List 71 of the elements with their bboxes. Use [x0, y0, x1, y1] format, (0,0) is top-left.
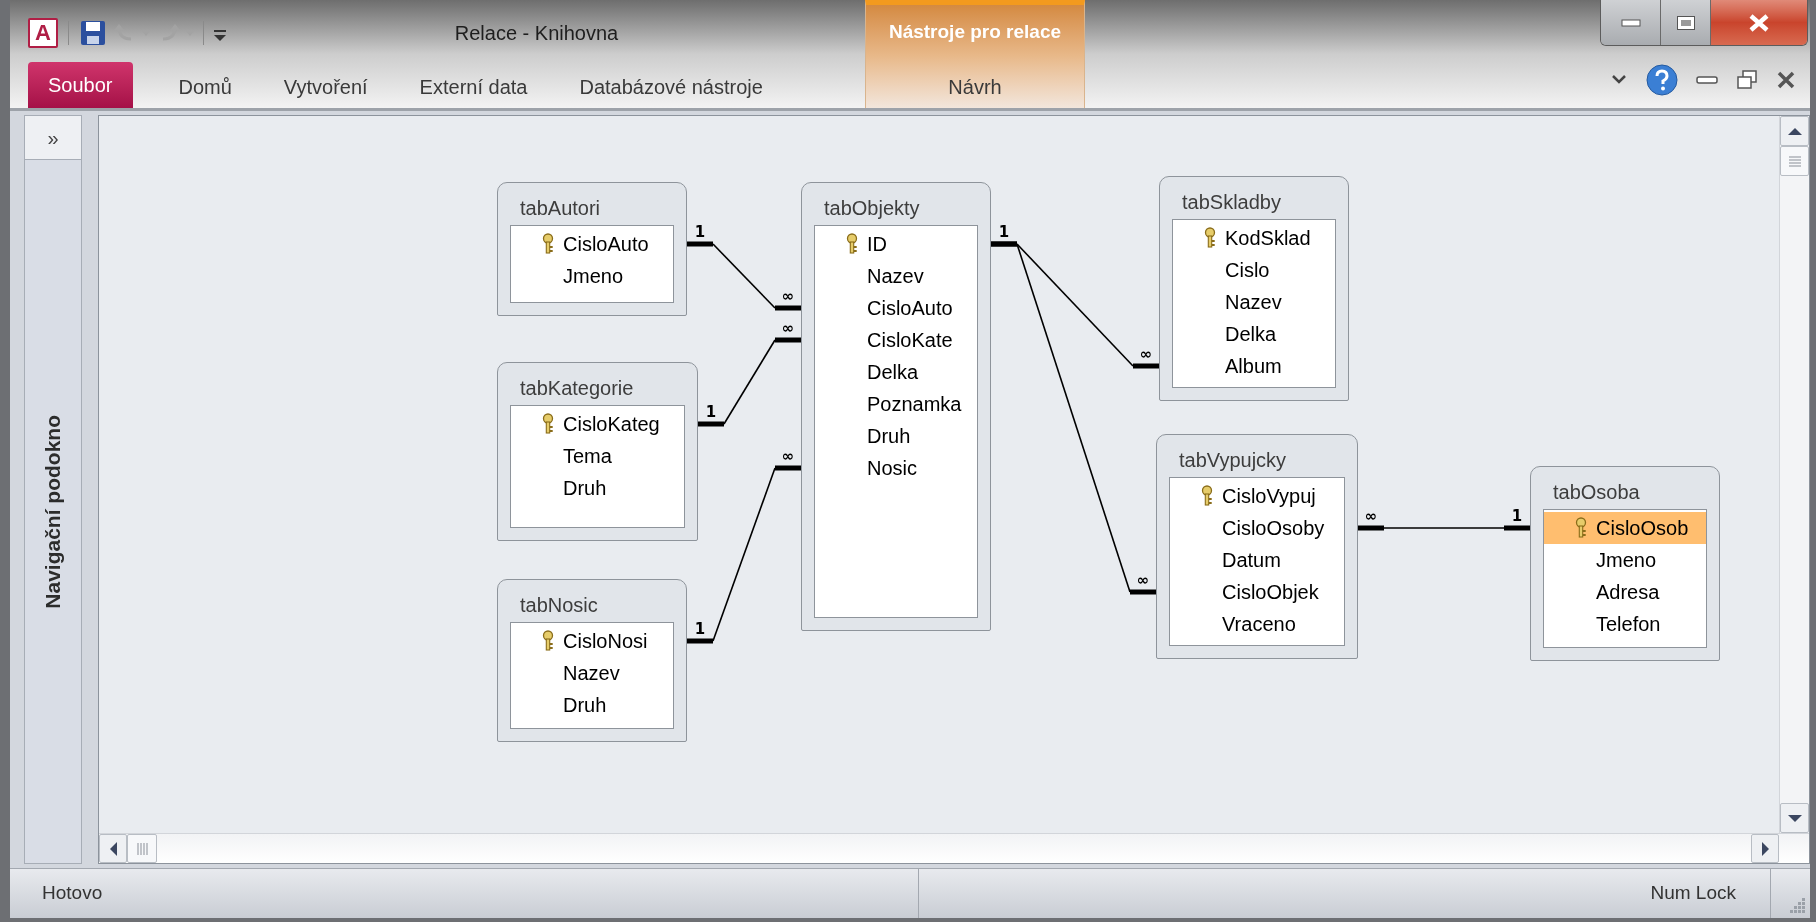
key-icon: [1574, 517, 1588, 539]
up-arrow-icon: [1786, 126, 1803, 136]
close-button[interactable]: [1711, 0, 1807, 45]
ribbon-tab[interactable]: Návrh: [922, 66, 1028, 108]
cardinality-label: ∞: [1136, 571, 1150, 589]
field-row[interactable]: CisloOsob: [1544, 512, 1706, 544]
table-card[interactable]: tabObjekty ID Nazev CisloAuto CisloKate Delka Poznamka Druh Nosic: [801, 182, 991, 631]
cardinality-label: 1: [705, 403, 717, 421]
ribbon-tab[interactable]: Externí data: [393, 66, 554, 108]
table-title: tabOsoba: [1552, 480, 1641, 505]
scroll-right-button[interactable]: [1751, 834, 1779, 863]
ribbon-tab[interactable]: Domů: [152, 66, 258, 108]
grip-icon: [1787, 155, 1802, 167]
maximize-button[interactable]: [1661, 0, 1711, 45]
table-card[interactable]: tabOsoba CisloOsob Jmeno Adresa Telefon: [1530, 466, 1720, 661]
cardinality-label: 1: [694, 620, 706, 638]
table-title: tabSkladby: [1181, 190, 1282, 215]
cardinality-label: 1: [1511, 507, 1523, 525]
key-icon: [1200, 485, 1214, 507]
window-title: Relace - Knihovna: [453, 21, 620, 46]
ribbon-tab[interactable]: Databázové nástroje: [553, 66, 789, 108]
key-icon: [541, 233, 555, 255]
table-card[interactable]: tabKategorie CisloKateg Tema Druh: [497, 362, 698, 541]
left-arrow-icon: [108, 840, 118, 857]
scroll-thumb[interactable]: [1780, 146, 1809, 176]
close-icon[interactable]: [1776, 71, 1796, 89]
grip-icon: [136, 841, 148, 856]
restore-icon[interactable]: [1736, 70, 1758, 90]
table-title: tabKategorie: [519, 376, 635, 401]
cardinality-label: ∞: [1364, 507, 1378, 525]
minimize-button[interactable]: [1601, 0, 1661, 45]
contextual-group-label: Nástroje pro relace: [888, 20, 1062, 45]
scroll-down-button[interactable]: [1780, 803, 1809, 833]
table-title: tabNosic: [519, 593, 599, 618]
resize-grip-icon[interactable]: [1788, 896, 1806, 914]
cardinality-label: ∞: [781, 319, 795, 337]
save-button[interactable]: [79, 19, 107, 47]
table-card[interactable]: tabSkladby KodSklad Cislo Nazev Delka Album: [1159, 176, 1349, 401]
table-card[interactable]: tabNosic CisloNosi Nazev Druh: [497, 579, 687, 742]
table-title: tabVypujcky: [1178, 448, 1288, 473]
help-icon[interactable]: [1646, 64, 1678, 96]
down-arrow-icon: [1786, 813, 1803, 823]
cardinality-label: ∞: [1139, 345, 1153, 363]
scroll-thumb[interactable]: [127, 834, 157, 863]
app-logo: A: [28, 18, 58, 48]
ribbon-tab[interactable]: Vytvoření: [257, 66, 394, 108]
key-icon: [845, 233, 859, 255]
key-icon: [1203, 227, 1217, 249]
key-icon: [541, 413, 555, 435]
table-title: tabObjekty: [823, 196, 921, 221]
minimize-icon: [1620, 18, 1641, 27]
table-card[interactable]: tabVypujcky CisloVypuj CisloOsoby Datum CisloObjek Vraceno: [1156, 434, 1358, 659]
navigation-pane-label[interactable]: Navigační podokno: [37, 414, 69, 609]
key-icon: [541, 630, 555, 652]
status-text: Num Lock: [1650, 881, 1736, 906]
status-text: Hotovo: [42, 881, 104, 906]
maximize-icon: [1675, 14, 1696, 31]
cardinality-label: ∞: [781, 287, 795, 305]
expand-button[interactable]: »: [25, 116, 81, 160]
save-icon: [79, 19, 107, 47]
minimize-icon[interactable]: [1696, 75, 1718, 85]
scroll-up-button[interactable]: [1780, 116, 1809, 146]
scroll-left-button[interactable]: [99, 834, 127, 863]
cardinality-label: ∞: [781, 447, 795, 465]
cardinality-label: 1: [694, 223, 706, 241]
table-card[interactable]: tabAutori CisloAuto Jmeno: [497, 182, 687, 316]
cardinality-label: 1: [998, 223, 1010, 241]
close-icon: [1748, 13, 1770, 32]
table-title: tabAutori: [519, 196, 602, 221]
file-tab[interactable]: Soubor: [28, 62, 133, 108]
right-arrow-icon: [1760, 840, 1770, 857]
